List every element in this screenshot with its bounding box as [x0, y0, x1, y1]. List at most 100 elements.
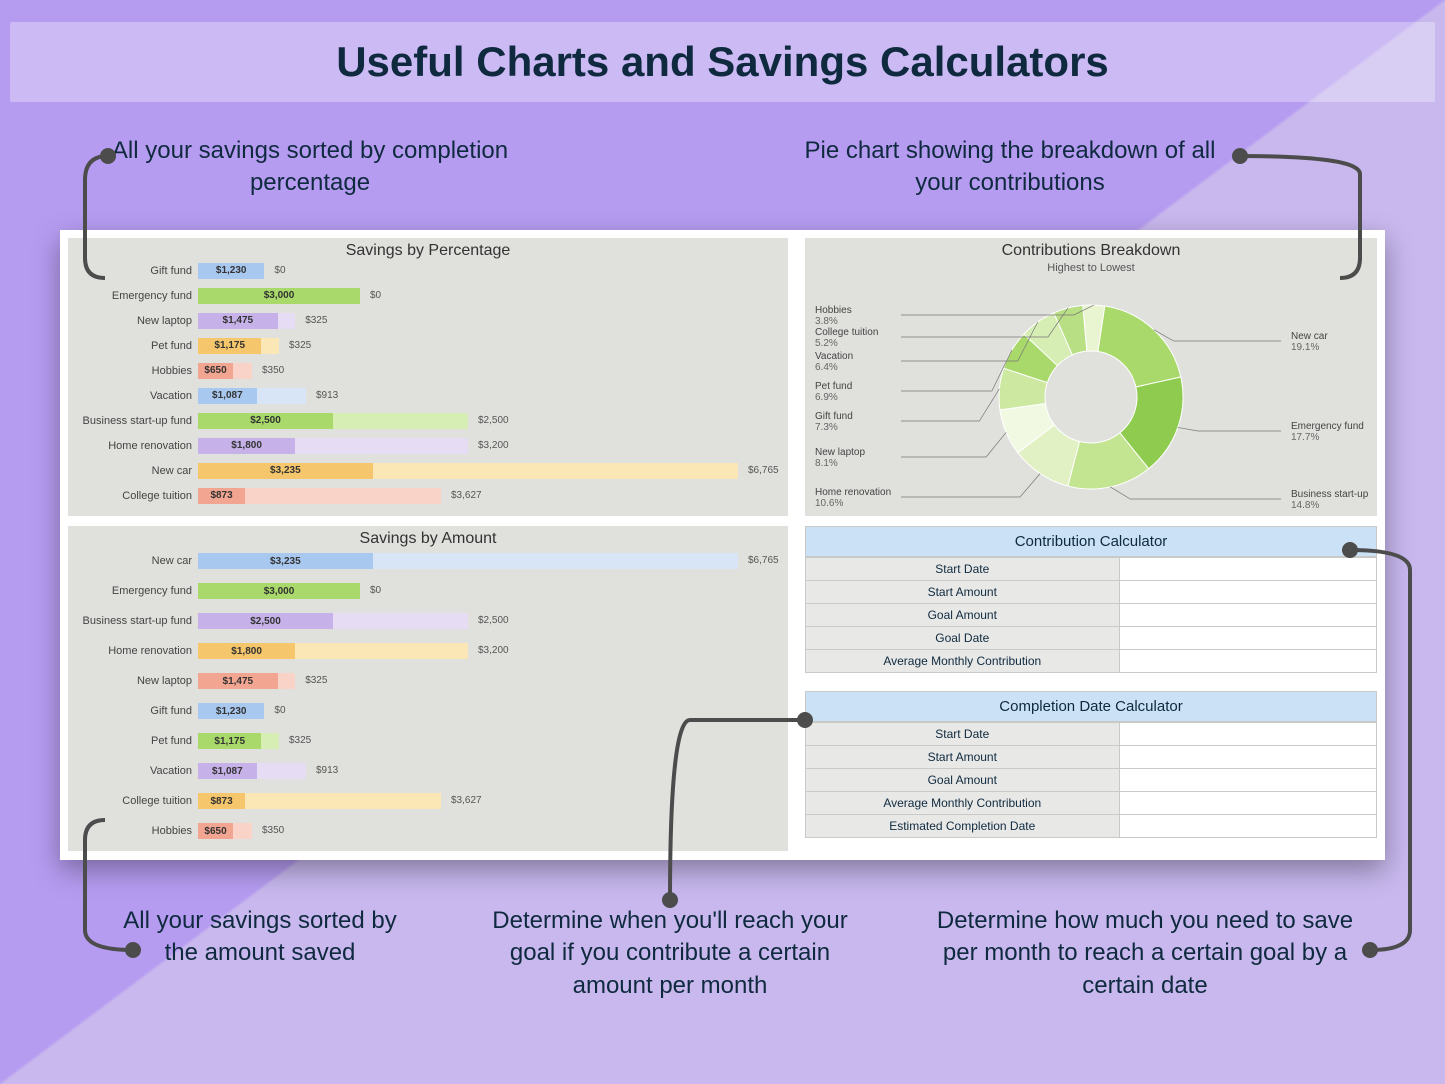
bar-value-remaining: $325	[289, 735, 311, 746]
bar-segment-remaining	[278, 313, 296, 329]
bar-segment-saved: $3,235	[198, 553, 373, 569]
bar-segment-saved: $3,000	[198, 288, 360, 304]
bar-row: Gift fund$1,230$0	[78, 258, 780, 283]
bar-segment-saved: $1,175	[198, 733, 261, 749]
donut-label: Vacation6.4%	[815, 351, 853, 373]
bar-value-saved: $1,475	[223, 676, 254, 687]
bar-segment-saved: $1,175	[198, 338, 261, 354]
bar-value-saved: $1,475	[223, 315, 254, 326]
bar-value-saved: $873	[210, 796, 232, 807]
calculator-row-label: Goal Amount	[806, 769, 1120, 791]
calculator-row: Goal Date	[806, 626, 1376, 649]
bar-value-remaining: $913	[316, 765, 338, 776]
calculator-row-value[interactable]	[1120, 746, 1377, 768]
bar-row: College tuition$873$3,627	[78, 786, 780, 816]
bar-category-label: New car	[78, 555, 198, 567]
donut-label: Pet fund6.9%	[815, 381, 852, 403]
calculator-row-value[interactable]	[1120, 627, 1377, 649]
bar-row: Home renovation$1,800$3,200	[78, 433, 780, 458]
bar-value-saved: $2,500	[250, 616, 281, 627]
bar-value-remaining: $6,765	[748, 465, 779, 476]
caption-bottom-left: All your savings sorted by the amount sa…	[120, 905, 400, 970]
calculator-row-label: Goal Date	[806, 627, 1120, 649]
donut-leader	[901, 389, 999, 421]
bar-row: Vacation$1,087$913	[78, 383, 780, 408]
calculator-row-value[interactable]	[1120, 815, 1377, 837]
bar-segment-saved: $1,800	[198, 643, 295, 659]
calculator-row: Average Monthly Contribution	[806, 791, 1376, 814]
donut-leader	[901, 474, 1040, 497]
bar-segment-saved: $2,500	[198, 413, 333, 429]
bar-category-label: New laptop	[78, 675, 198, 687]
calculator-row-label: Estimated Completion Date	[806, 815, 1120, 837]
calculator-row-label: Goal Amount	[806, 604, 1120, 626]
calculator-row-value[interactable]	[1120, 792, 1377, 814]
donut-label: Emergency fund17.7%	[1291, 421, 1364, 443]
bar-track: $1,800$3,200	[198, 438, 780, 454]
calculator-title: Completion Date Calculator	[806, 692, 1376, 722]
bar-row: Vacation$1,087$913	[78, 756, 780, 786]
bar-row: Emergency fund$3,000$0	[78, 283, 780, 308]
bar-track: $650$350	[198, 823, 780, 839]
donut-label: Gift fund7.3%	[815, 411, 853, 433]
calculator-row-value[interactable]	[1120, 769, 1377, 791]
calculator-row: Goal Amount	[806, 603, 1376, 626]
calculator-row: Average Monthly Contribution	[806, 649, 1376, 672]
calculator-row-value[interactable]	[1120, 558, 1377, 580]
bar-category-label: Home renovation	[78, 645, 198, 657]
bar-value-remaining: $3,200	[478, 645, 509, 656]
bar-value-saved: $3,000	[264, 290, 295, 301]
calculator-row: Goal Amount	[806, 768, 1376, 791]
bar-value-saved: $1,230	[216, 706, 247, 717]
bar-track: $2,500$2,500	[198, 413, 780, 429]
donut-leader	[1154, 330, 1281, 341]
caption-bottom-mid: Determine when you'll reach your goal if…	[470, 905, 870, 1002]
bar-row: Pet fund$1,175 $325	[78, 726, 780, 756]
calculator-row-value[interactable]	[1120, 604, 1377, 626]
donut-leader	[901, 432, 1006, 457]
bar-segment-saved: $650	[198, 363, 233, 379]
calculator-row-value[interactable]	[1120, 650, 1377, 672]
chart-bars: New car$3,235$6,765Emergency fund$3,000$…	[78, 546, 780, 845]
bar-value-remaining: $3,627	[451, 490, 482, 501]
bar-segment-remaining	[295, 643, 468, 659]
bar-segment-remaining	[233, 823, 252, 839]
bar-row: Home renovation$1,800 $3,200	[78, 636, 780, 666]
bar-value-saved: $650	[204, 365, 226, 376]
donut-svg: New car19.1%Emergency fund17.7%Business …	[811, 281, 1371, 513]
bar-category-label: Vacation	[78, 765, 198, 777]
calculator-row-label: Start Date	[806, 723, 1120, 745]
calculator-row-value[interactable]	[1120, 581, 1377, 603]
calculators-panel: Contribution CalculatorStart DateStart A…	[805, 526, 1377, 851]
spreadsheet-panel: Savings by Percentage Gift fund$1,230$0E…	[60, 230, 1385, 860]
bar-segment-remaining	[257, 763, 306, 779]
bar-segment-remaining	[373, 553, 738, 569]
bar-track: $1,087$913	[198, 388, 780, 404]
bar-category-label: Business start-up fund	[78, 615, 198, 627]
calculator-row-label: Average Monthly Contribution	[806, 792, 1120, 814]
bar-value-remaining: $3,200	[478, 440, 509, 451]
bar-row: College tuition$873$3,627	[78, 483, 780, 508]
calculator-row: Start Amount	[806, 745, 1376, 768]
bar-track: $3,000$0	[198, 583, 780, 599]
bar-segment-remaining	[233, 363, 252, 379]
bar-category-label: College tuition	[78, 795, 198, 807]
bar-segment-saved: $1,087	[198, 388, 257, 404]
calculator-title: Contribution Calculator	[806, 527, 1376, 557]
donut-leader	[901, 350, 1012, 391]
bar-segment-remaining	[261, 733, 279, 749]
bar-value-saved: $873	[210, 490, 232, 501]
bar-track: $3,000$0	[198, 288, 780, 304]
bar-value-remaining: $325	[305, 675, 327, 686]
bar-category-label: Pet fund	[78, 735, 198, 747]
calculator-row: Start Amount	[806, 580, 1376, 603]
calculator-row-value[interactable]	[1120, 723, 1377, 745]
bar-value-saved: $1,087	[212, 390, 243, 401]
bar-value-remaining: $0	[274, 705, 285, 716]
donut-leader	[1178, 427, 1281, 431]
caption-top-left: All your savings sorted by completion pe…	[110, 135, 510, 200]
chart-title: Contributions Breakdown	[805, 242, 1377, 260]
chart-subtitle: Highest to Lowest	[805, 262, 1377, 274]
page-title: Useful Charts and Savings Calculators	[10, 22, 1435, 102]
chart-savings-by-percentage: Savings by Percentage Gift fund$1,230$0E…	[68, 238, 788, 516]
